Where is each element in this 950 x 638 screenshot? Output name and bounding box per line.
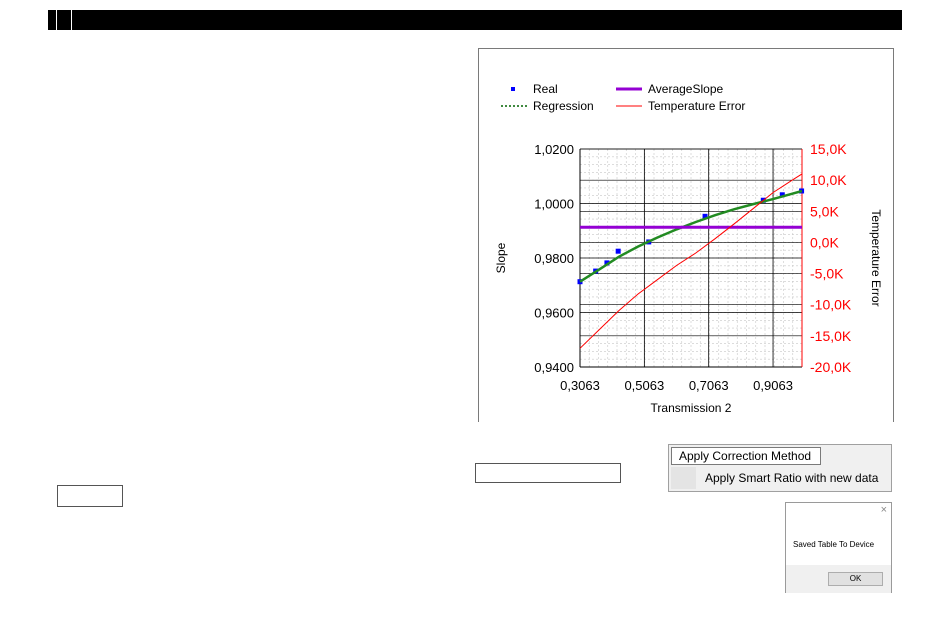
y-tick-label: 0,9400 [534, 360, 574, 375]
x-tick-label: 0,5063 [624, 378, 664, 393]
chart-panel: 0,3063 0,5063 0,7063 0,9063 0,9400 0,9600 0,98… [478, 48, 894, 422]
legend-label: Real [533, 82, 558, 96]
legend-label: Regression [533, 99, 594, 113]
y2-tick-label: 15,0K [810, 141, 847, 157]
text-field-left[interactable] [57, 485, 123, 507]
data-point-real [615, 248, 621, 254]
x-tick-label: 0,3063 [560, 378, 600, 393]
y2-tick-label: -20,0K [810, 359, 852, 375]
x-tick-label: 0,9063 [753, 378, 793, 393]
y2-tick-label: -15,0K [810, 328, 852, 344]
text-field-middle[interactable] [475, 463, 621, 483]
x-tick-label: 0,7063 [689, 378, 729, 393]
legend-label: Temperature Error [648, 99, 745, 113]
y-tick-label: 1,0000 [534, 197, 574, 212]
slope-chart: 0,3063 0,5063 0,7063 0,9063 0,9400 0,9600 0,98… [494, 82, 883, 415]
ok-button[interactable]: OK [828, 572, 883, 586]
y2-tick-label: -10,0K [810, 297, 852, 313]
y2-axis-label: Temperature Error [869, 209, 883, 306]
y2-tick-label: 10,0K [810, 172, 847, 188]
y-tick-label: 0,9600 [534, 306, 574, 321]
y-axis-label: Slope [494, 242, 508, 273]
top-bar [48, 10, 902, 30]
regression-line [579, 189, 803, 283]
message-dialog: × Saved Table To Device OK [785, 502, 892, 593]
legend-label: AverageSlope [648, 82, 723, 96]
top-bar-divider [71, 10, 72, 30]
close-icon[interactable]: × [881, 504, 887, 516]
y2-tick-label: -5,0K [810, 266, 844, 282]
menu-icon-gutter [671, 467, 696, 489]
y-tick-label: 1,0200 [534, 142, 574, 157]
y2-tick-label: 0,0K [810, 234, 839, 250]
y2-tick-label: 5,0K [810, 203, 839, 219]
correction-method-menu: Apply Correction Method Apply Smart Rati… [668, 444, 892, 492]
y-tick-label: 0,9800 [534, 251, 574, 266]
legend-marker-real [511, 87, 515, 91]
dialog-footer: OK [786, 565, 891, 593]
dialog-message: Saved Table To Device [793, 540, 875, 549]
menu-item-apply-smart-ratio[interactable]: Apply Smart Ratio with new data [705, 470, 878, 486]
menu-header[interactable]: Apply Correction Method [671, 447, 821, 465]
top-bar-divider [56, 10, 57, 30]
x-axis-label: Transmission 2 [651, 401, 732, 415]
